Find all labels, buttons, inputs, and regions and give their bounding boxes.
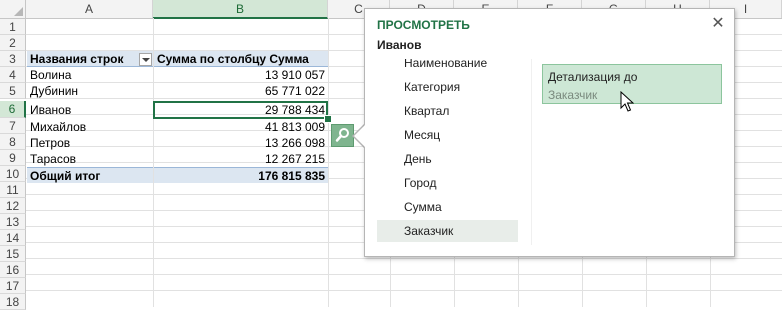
pivot-row-value[interactable]: 41 813 009 (154, 119, 328, 135)
row-header-12[interactable]: 12 (0, 198, 26, 214)
filter-dropdown-icon[interactable] (139, 53, 152, 66)
pivot-row-value[interactable]: 13 266 098 (154, 135, 328, 151)
row-header-15[interactable]: 15 (0, 246, 26, 262)
row-header-6[interactable]: 6 (0, 101, 26, 118)
drill-down-label: Детализация до (548, 70, 638, 84)
field-item[interactable]: Месяц (377, 124, 518, 146)
magnifier-icon[interactable] (331, 124, 354, 147)
select-all-corner[interactable] (0, 0, 26, 18)
popup-title: ПРОСМОТРЕТЬ (377, 18, 470, 32)
pivot-row-label[interactable]: Дубинин (27, 83, 153, 99)
field-list[interactable]: Наименование Категория Квартал Месяц Ден… (377, 59, 519, 245)
field-item[interactable]: Наименование (377, 59, 518, 74)
list-divider (531, 59, 532, 245)
pivot-row-label[interactable]: Петров (27, 135, 153, 151)
grid-line (26, 274, 782, 275)
active-cell-border (153, 101, 328, 119)
row-header-13[interactable]: 13 (0, 214, 26, 230)
pivot-row-value[interactable]: 12 267 215 (154, 151, 328, 167)
pivot-row-label[interactable]: Волина (27, 67, 153, 83)
pivot-row-label[interactable]: Михайлов (27, 119, 153, 135)
field-item[interactable]: День (377, 148, 518, 170)
mouse-pointer-icon (620, 90, 635, 116)
drill-down-target: Заказчик (548, 88, 598, 102)
row-header-8[interactable]: 8 (0, 134, 26, 150)
row-header-2[interactable]: 2 (0, 35, 26, 51)
row-header-17[interactable]: 17 (0, 278, 26, 294)
row-header-11[interactable]: 11 (0, 182, 26, 198)
quick-explore-popup: ПРОСМОТРЕТЬ Иванов ✕ Наименование Катего… (364, 8, 735, 257)
row-header-14[interactable]: 14 (0, 230, 26, 246)
field-item[interactable]: Категория (377, 76, 518, 98)
popup-callout-arrow-fill (354, 125, 365, 147)
column-header-b[interactable]: B (153, 0, 328, 19)
row-header-9[interactable]: 9 (0, 150, 26, 166)
pivot-row-label[interactable]: Тарасов (27, 151, 153, 167)
popup-subtitle: Иванов (377, 38, 422, 52)
row-header-4[interactable]: 4 (0, 67, 26, 83)
pivot-row-label[interactable]: Иванов (27, 102, 153, 118)
pivot-row-value[interactable]: 65 771 022 (154, 83, 328, 99)
row-header-1[interactable]: 1 (0, 19, 26, 35)
grid-line (26, 258, 782, 259)
pivot-row-header-cell[interactable]: Названия строк (27, 51, 153, 67)
pivot-row-value[interactable]: 13 910 057 (154, 67, 328, 83)
pivot-total-value[interactable]: 176 815 835 (154, 167, 328, 183)
fill-handle[interactable] (324, 115, 332, 123)
field-item[interactable]: Город (377, 172, 518, 194)
close-icon[interactable]: ✕ (709, 15, 727, 33)
field-item-selected[interactable]: Заказчик (377, 220, 518, 242)
row-header-7[interactable]: 7 (0, 118, 26, 134)
row-header-5[interactable]: 5 (0, 83, 26, 99)
field-item[interactable]: Сумма (377, 196, 518, 218)
pivot-total-label[interactable]: Общий итог (27, 167, 153, 183)
row-header-3[interactable]: 3 (0, 51, 26, 67)
row-header-16[interactable]: 16 (0, 262, 26, 278)
field-item[interactable]: Квартал (377, 100, 518, 122)
row-header-18[interactable]: 18 (0, 294, 26, 310)
column-header-a[interactable]: A (26, 0, 153, 18)
pivot-value-header-cell[interactable]: Сумма по столбцу Сумма (154, 51, 328, 67)
grid-line (26, 290, 782, 291)
row-header-10[interactable]: 10 (0, 166, 26, 182)
